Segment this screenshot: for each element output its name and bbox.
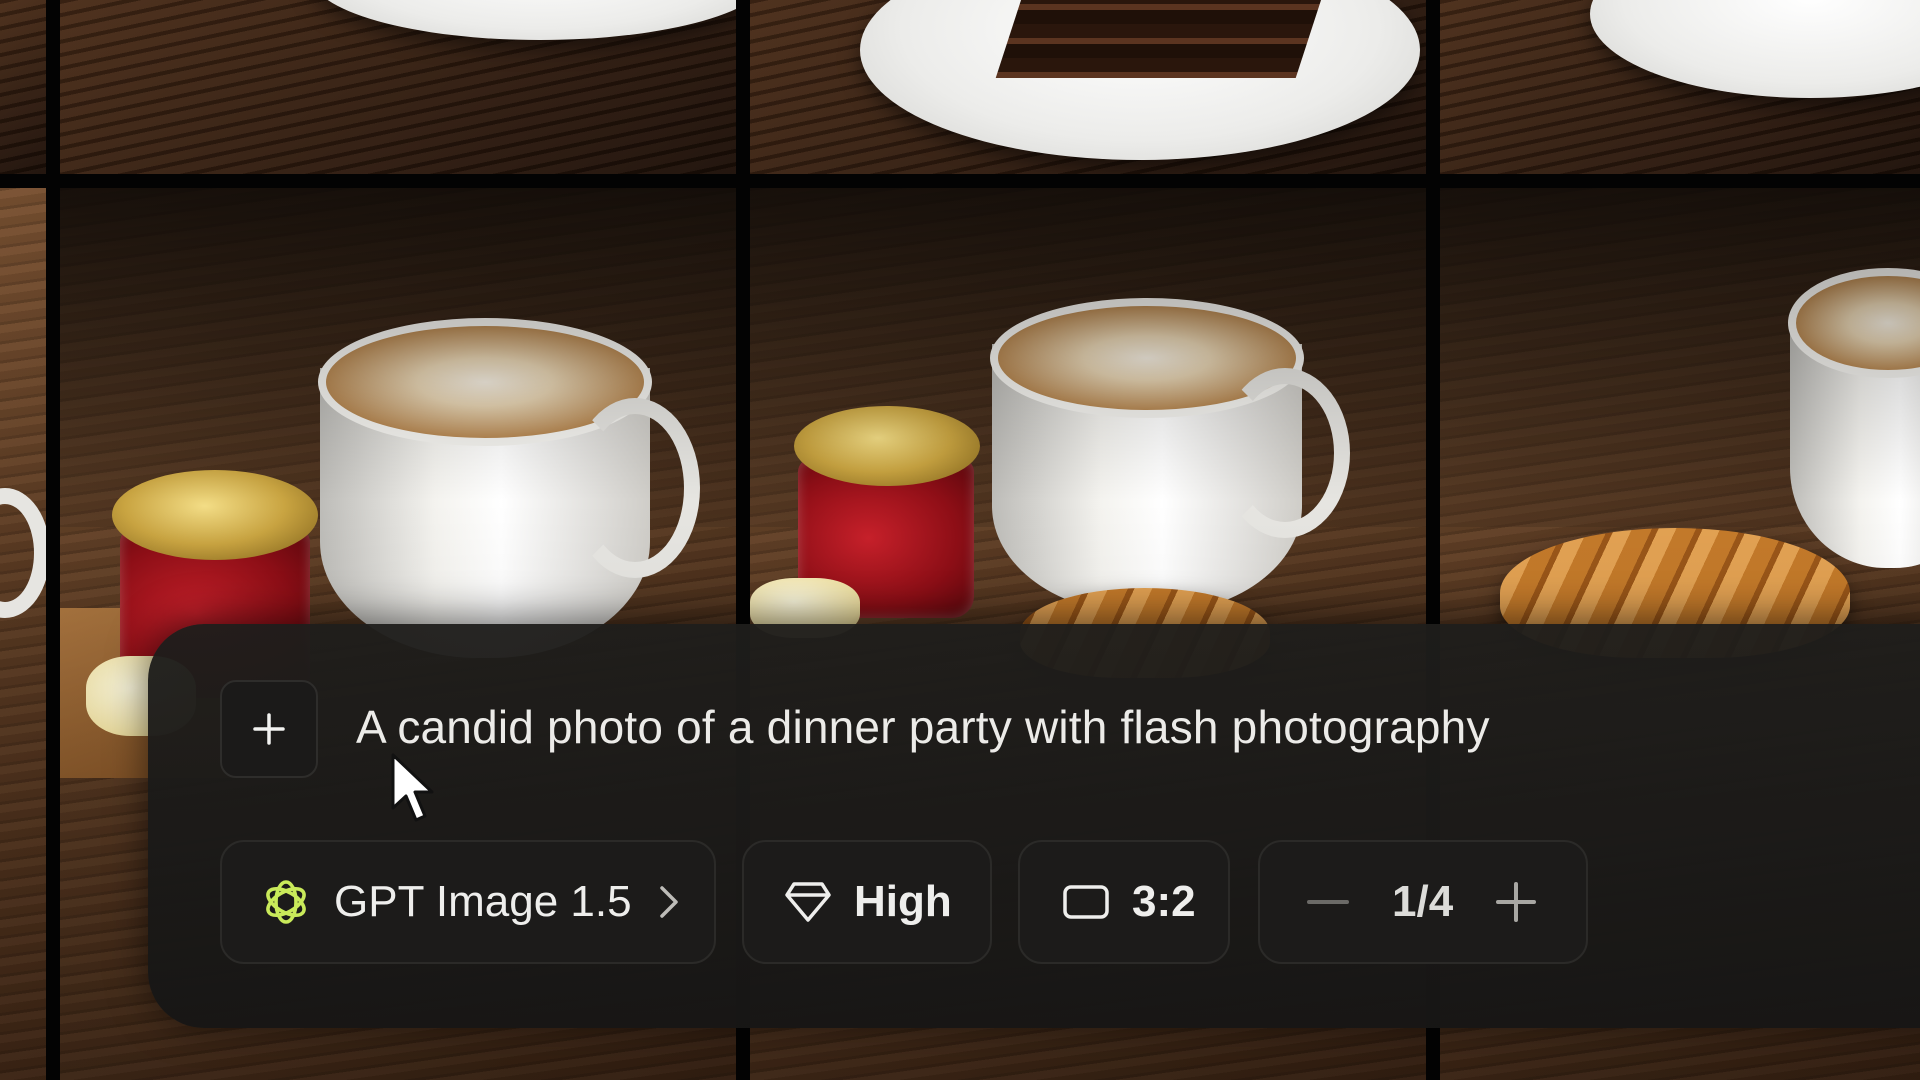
rectangle-icon: [1062, 883, 1110, 921]
image-count-stepper: 1/4: [1258, 840, 1588, 964]
model-selector-button[interactable]: GPT Image 1.5: [220, 840, 716, 964]
plus-icon: [253, 713, 285, 745]
prompt-panel: A candid photo of a dinner party with fl…: [148, 624, 1920, 1028]
image-count-value: 1/4: [1392, 877, 1454, 926]
mouse-cursor-icon: [391, 753, 434, 822]
generated-image-tile[interactable]: [1440, 0, 1920, 174]
generated-image-tile[interactable]: [60, 0, 736, 174]
quality-label: High: [854, 877, 952, 926]
generated-image-tile[interactable]: [750, 0, 1426, 174]
generated-image-tile[interactable]: [0, 0, 46, 174]
minus-icon[interactable]: [1306, 897, 1350, 907]
diamond-icon: [784, 880, 832, 924]
add-attachment-button[interactable]: [220, 680, 318, 778]
chevron-right-icon: [658, 884, 680, 920]
prompt-input[interactable]: A candid photo of a dinner party with fl…: [356, 700, 1490, 754]
model-name: GPT Image 1.5: [334, 877, 632, 926]
aspect-ratio-label: 3:2: [1132, 877, 1196, 926]
quality-selector-button[interactable]: High: [742, 840, 992, 964]
openai-logo-icon: [260, 876, 312, 928]
plus-icon[interactable]: [1495, 881, 1537, 923]
generated-image-tile[interactable]: [0, 188, 46, 1080]
aspect-ratio-button[interactable]: 3:2: [1018, 840, 1230, 964]
